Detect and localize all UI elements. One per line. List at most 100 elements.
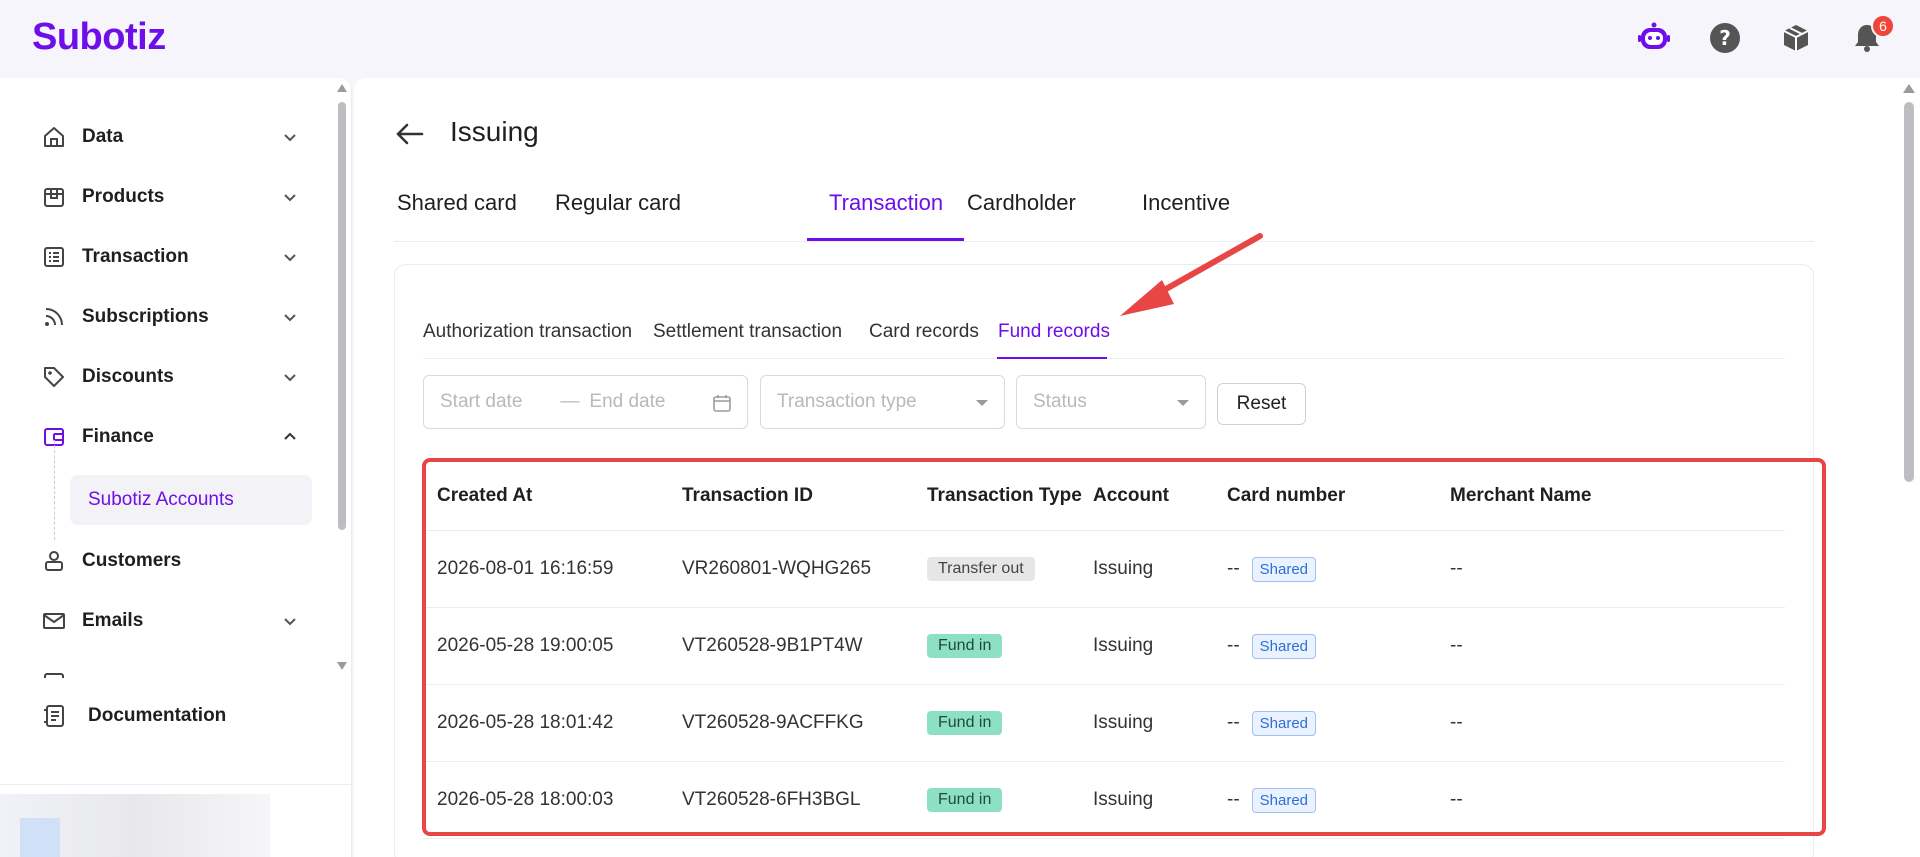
status-select[interactable]: Status bbox=[1016, 375, 1206, 429]
start-date-input[interactable]: Start date bbox=[440, 391, 522, 413]
transaction-id-cell: VT260528-6FH3BGL bbox=[682, 789, 861, 810]
sidebar-item-subscriptions[interactable]: Subscriptions bbox=[40, 295, 300, 339]
column-header[interactable]: Merchant Name bbox=[1450, 461, 1592, 530]
sidebar-item-transaction[interactable]: Transaction bbox=[40, 235, 300, 279]
svg-text:?: ? bbox=[1719, 26, 1731, 50]
column-header[interactable]: Created At bbox=[437, 461, 532, 530]
column-header[interactable]: Account bbox=[1093, 461, 1169, 530]
documentation-icon bbox=[40, 702, 68, 730]
subtab-card-records[interactable]: Card records bbox=[869, 321, 979, 343]
page-scroll-thumb[interactable] bbox=[1904, 102, 1914, 482]
transaction-type-select[interactable]: Transaction type bbox=[760, 375, 1005, 429]
transaction-type-tag: Fund in bbox=[927, 711, 1003, 735]
sidebar-item-label: Data bbox=[82, 126, 124, 147]
end-date-input[interactable]: End date bbox=[589, 391, 665, 413]
sidebar-item-products[interactable]: Products bbox=[40, 175, 300, 219]
main-tabs: Shared card Regular card Transaction Car… bbox=[394, 178, 1814, 242]
bell-icon[interactable]: 6 bbox=[1849, 14, 1895, 56]
caret-down-icon bbox=[976, 400, 988, 406]
card-number-cell: -- bbox=[1227, 789, 1240, 810]
documentation-label: Documentation bbox=[88, 705, 227, 726]
sidebar-subitem-subotiz-accounts[interactable]: Subotiz Accounts bbox=[70, 475, 312, 525]
transaction-id-cell: VT260528-9ACFFKG bbox=[682, 712, 864, 733]
rss-icon bbox=[40, 303, 68, 331]
created-at-cell: 2026-05-28 19:00:05 bbox=[437, 635, 614, 656]
table-row[interactable]: 2026-05-28 18:00:03 VT260528-6FH3BGL Fun… bbox=[423, 762, 1785, 839]
sidebar-nav: Data Products Transaction Subscriptions … bbox=[0, 78, 330, 678]
back-arrow-icon[interactable] bbox=[394, 118, 426, 150]
sidebar-scroll-thumb[interactable] bbox=[338, 102, 346, 530]
account-cell: Issuing bbox=[1093, 635, 1154, 656]
sidebar: Data Products Transaction Subscriptions … bbox=[0, 78, 352, 857]
tab-regular-card[interactable]: Regular card bbox=[555, 190, 681, 242]
sidebar-item-label: Products bbox=[82, 186, 165, 207]
account-cell: Issuing bbox=[1093, 712, 1154, 733]
help-icon[interactable]: ? bbox=[1707, 20, 1743, 56]
avatar bbox=[20, 818, 60, 857]
subtab-settlement-transaction[interactable]: Settlement transaction bbox=[653, 321, 842, 343]
sidebar-documentation[interactable]: Documentation bbox=[40, 694, 320, 738]
table-row[interactable]: 2026-05-28 19:00:05 VT260528-9B1PT4W Fun… bbox=[423, 608, 1785, 685]
sub-tabs: Authorization transaction Settlement tra… bbox=[423, 309, 1785, 359]
card-number-cell: -- bbox=[1227, 558, 1240, 579]
table-header: Created At Transaction ID Transaction Ty… bbox=[423, 461, 1785, 531]
scroll-up-icon[interactable] bbox=[337, 84, 347, 92]
date-range-picker[interactable]: Start date — End date bbox=[423, 375, 748, 429]
sidebar-item-customers[interactable]: Customers bbox=[40, 539, 300, 583]
tree-connector bbox=[54, 440, 55, 540]
transaction-id-cell: VT260528-9B1PT4W bbox=[682, 635, 863, 656]
table-row[interactable]: 2026-08-01 16:16:59 VR260801-WQHG265 Tra… bbox=[423, 531, 1785, 608]
fund-records-table: Created At Transaction ID Transaction Ty… bbox=[423, 461, 1785, 839]
list-icon bbox=[40, 243, 68, 271]
tab-transaction[interactable]: Transaction bbox=[829, 190, 943, 242]
table-row[interactable]: 2026-05-28 18:01:42 VT260528-9ACFFKG Fun… bbox=[423, 685, 1785, 762]
user-icon bbox=[40, 547, 68, 575]
shared-badge: Shared bbox=[1251, 710, 1317, 736]
sidebar-item-discounts[interactable]: Discounts bbox=[40, 355, 300, 399]
sidebar-item-data[interactable]: Data bbox=[40, 115, 300, 159]
chevron-up-icon bbox=[284, 432, 296, 440]
top-bar: Subotiz ? 6 bbox=[0, 0, 1920, 78]
transaction-type-tag: Fund in bbox=[927, 788, 1003, 812]
column-header[interactable]: Card number bbox=[1227, 461, 1345, 530]
transaction-panel: Authorization transaction Settlement tra… bbox=[394, 264, 1814, 857]
created-at-cell: 2026-05-28 18:01:42 bbox=[437, 712, 614, 733]
sidebar-item-emails[interactable]: Emails bbox=[40, 599, 300, 643]
main-content: Issuing Shared card Regular card Transac… bbox=[354, 78, 1898, 857]
active-tab-indicator bbox=[807, 238, 964, 241]
box-icon[interactable] bbox=[1778, 20, 1814, 56]
sidebar-item-label: Finance bbox=[82, 426, 154, 447]
notification-badge: 6 bbox=[1871, 14, 1895, 38]
tab-cardholder[interactable]: Cardholder bbox=[967, 190, 1076, 242]
store-icon bbox=[40, 183, 68, 211]
scroll-up-icon[interactable] bbox=[1903, 84, 1915, 93]
page-title: Issuing bbox=[450, 116, 539, 147]
subtab-authorization-transaction[interactable]: Authorization transaction bbox=[423, 321, 632, 343]
calendar-icon bbox=[713, 395, 731, 412]
sidebar-item-finance[interactable]: Finance bbox=[40, 415, 300, 459]
transaction-type-tag: Fund in bbox=[927, 634, 1003, 658]
chevron-down-icon bbox=[284, 314, 296, 322]
scroll-down-icon[interactable] bbox=[337, 662, 347, 670]
tab-incentive[interactable]: Incentive bbox=[1142, 190, 1230, 242]
tab-shared-card[interactable]: Shared card bbox=[397, 190, 517, 242]
page-scrollbar[interactable] bbox=[1898, 78, 1920, 857]
transaction-type-placeholder: Transaction type bbox=[777, 391, 917, 412]
created-at-cell: 2026-05-28 18:00:03 bbox=[437, 789, 614, 810]
merchant-cell: -- bbox=[1450, 558, 1463, 579]
subtab-fund-records[interactable]: Fund records bbox=[998, 321, 1110, 343]
sidebar-item-partial[interactable] bbox=[40, 660, 300, 678]
column-header[interactable]: Transaction ID bbox=[682, 461, 813, 530]
status-placeholder: Status bbox=[1033, 391, 1087, 412]
sidebar-item-label: Emails bbox=[82, 610, 144, 631]
sidebar-item-label: Transaction bbox=[82, 246, 189, 267]
sidebar-item-label: Subscriptions bbox=[82, 306, 209, 327]
merchant-cell: -- bbox=[1450, 789, 1463, 810]
mail-icon bbox=[40, 607, 68, 635]
created-at-cell: 2026-08-01 16:16:59 bbox=[437, 558, 614, 579]
reset-button[interactable]: Reset bbox=[1217, 383, 1306, 425]
brand-logo[interactable]: Subotiz bbox=[32, 16, 166, 59]
bot-icon[interactable] bbox=[1636, 20, 1672, 56]
sidebar-scrollbar[interactable] bbox=[334, 78, 350, 678]
column-header[interactable]: Transaction Type bbox=[927, 461, 1082, 530]
